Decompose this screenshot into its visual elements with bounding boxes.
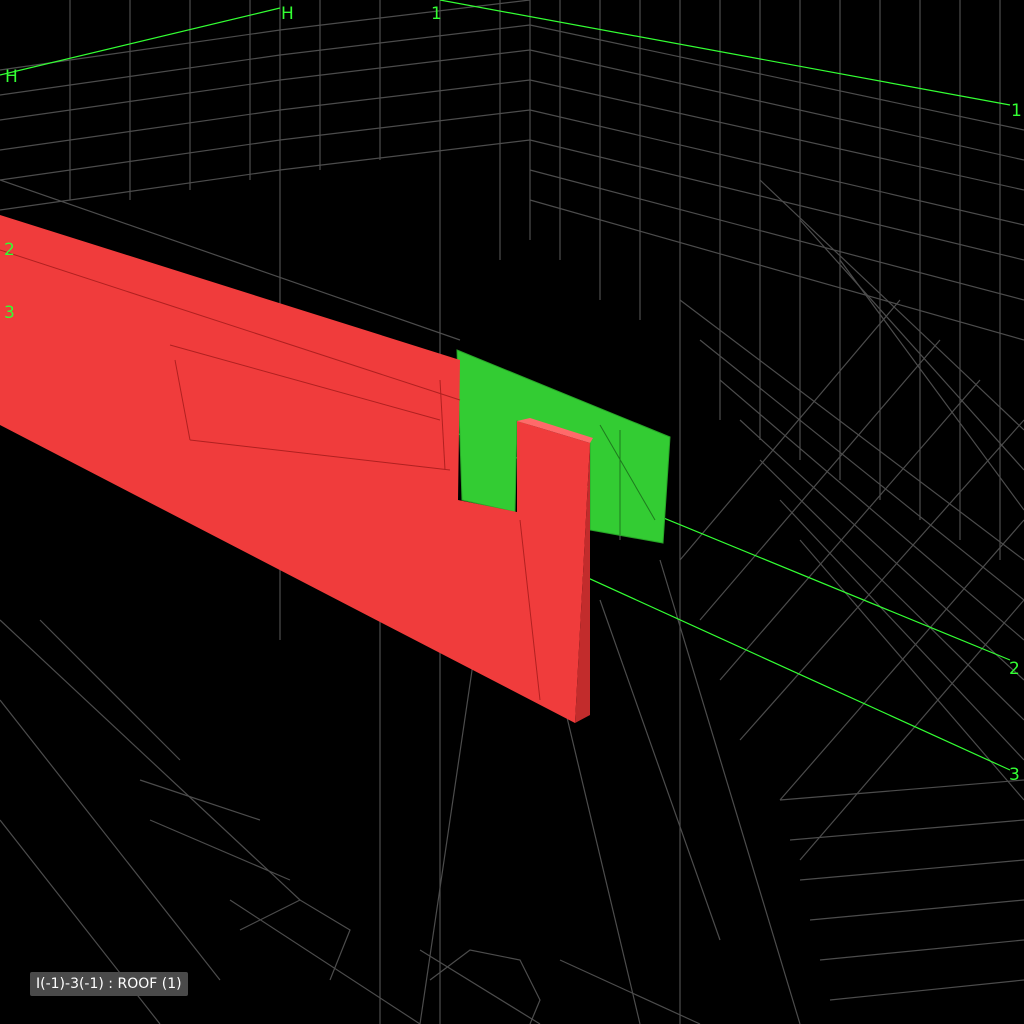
grid-label-h-top: H (281, 4, 294, 24)
grid-label-h-left: H (5, 67, 18, 87)
grid-label-2-left: 2 (4, 240, 15, 260)
grid-label-1-right: 1 (1011, 101, 1022, 121)
grid-label-1-top: 1 (431, 4, 442, 24)
grid-label-2-right: 2 (1009, 659, 1020, 679)
scene-canvas[interactable]: H H 1 1 2 2 3 3 (0, 0, 1024, 1024)
3d-viewport[interactable]: H H 1 1 2 2 3 3 I(-1)-3(-1) : ROOF (1) (0, 0, 1024, 1024)
grid-label-3-right: 3 (1009, 765, 1020, 785)
grid-label-3-left: 3 (4, 303, 15, 323)
grid-line-1 (439, 0, 1011, 106)
grid-line-h (0, 7, 281, 76)
selection-status-label: I(-1)-3(-1) : ROOF (1) (30, 972, 188, 996)
